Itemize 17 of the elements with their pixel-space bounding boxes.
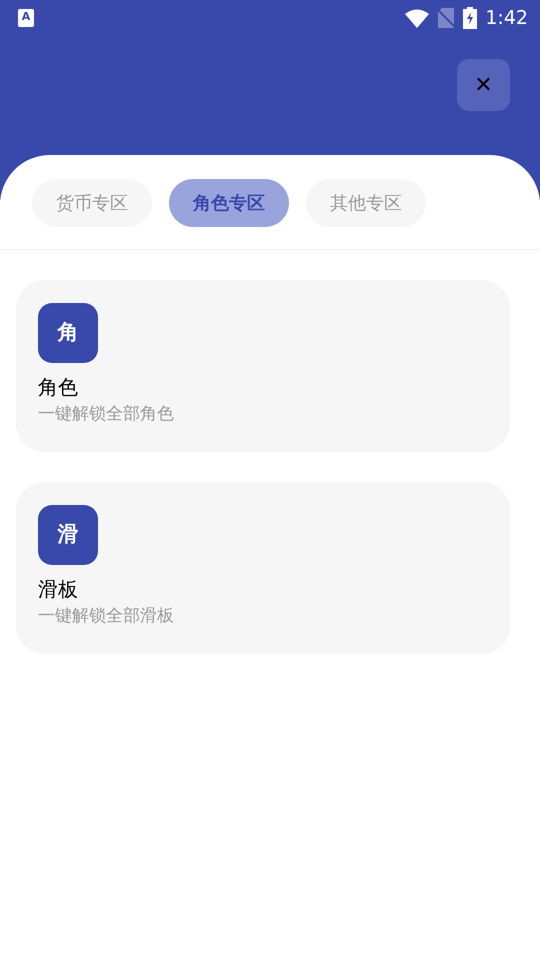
item-title: 滑板 [38,576,79,603]
no-sim-icon [437,8,456,28]
item-subtitle: 一键解锁全部角色 [38,403,175,426]
category-tab[interactable]: 其他专区 [306,179,426,227]
close-button[interactable]: ✕ [457,59,510,111]
unlock-card[interactable]: 角 角色 一键解锁全部角色 [16,280,510,452]
category-tab[interactable]: 角色专区 [169,179,289,227]
wifi-icon [405,8,430,28]
battery-charging-icon [463,7,478,29]
status-time: 1:42 [485,6,528,31]
item-title: 角色 [38,374,79,401]
item-icon: 滑 [38,505,98,565]
unlock-card[interactable]: 滑 滑板 一键解锁全部滑板 [16,482,510,654]
category-tab[interactable]: 货币专区 [32,179,152,227]
item-subtitle: 一键解锁全部滑板 [38,605,175,628]
app-notification-icon: A [18,9,34,27]
item-icon: 角 [38,303,98,363]
